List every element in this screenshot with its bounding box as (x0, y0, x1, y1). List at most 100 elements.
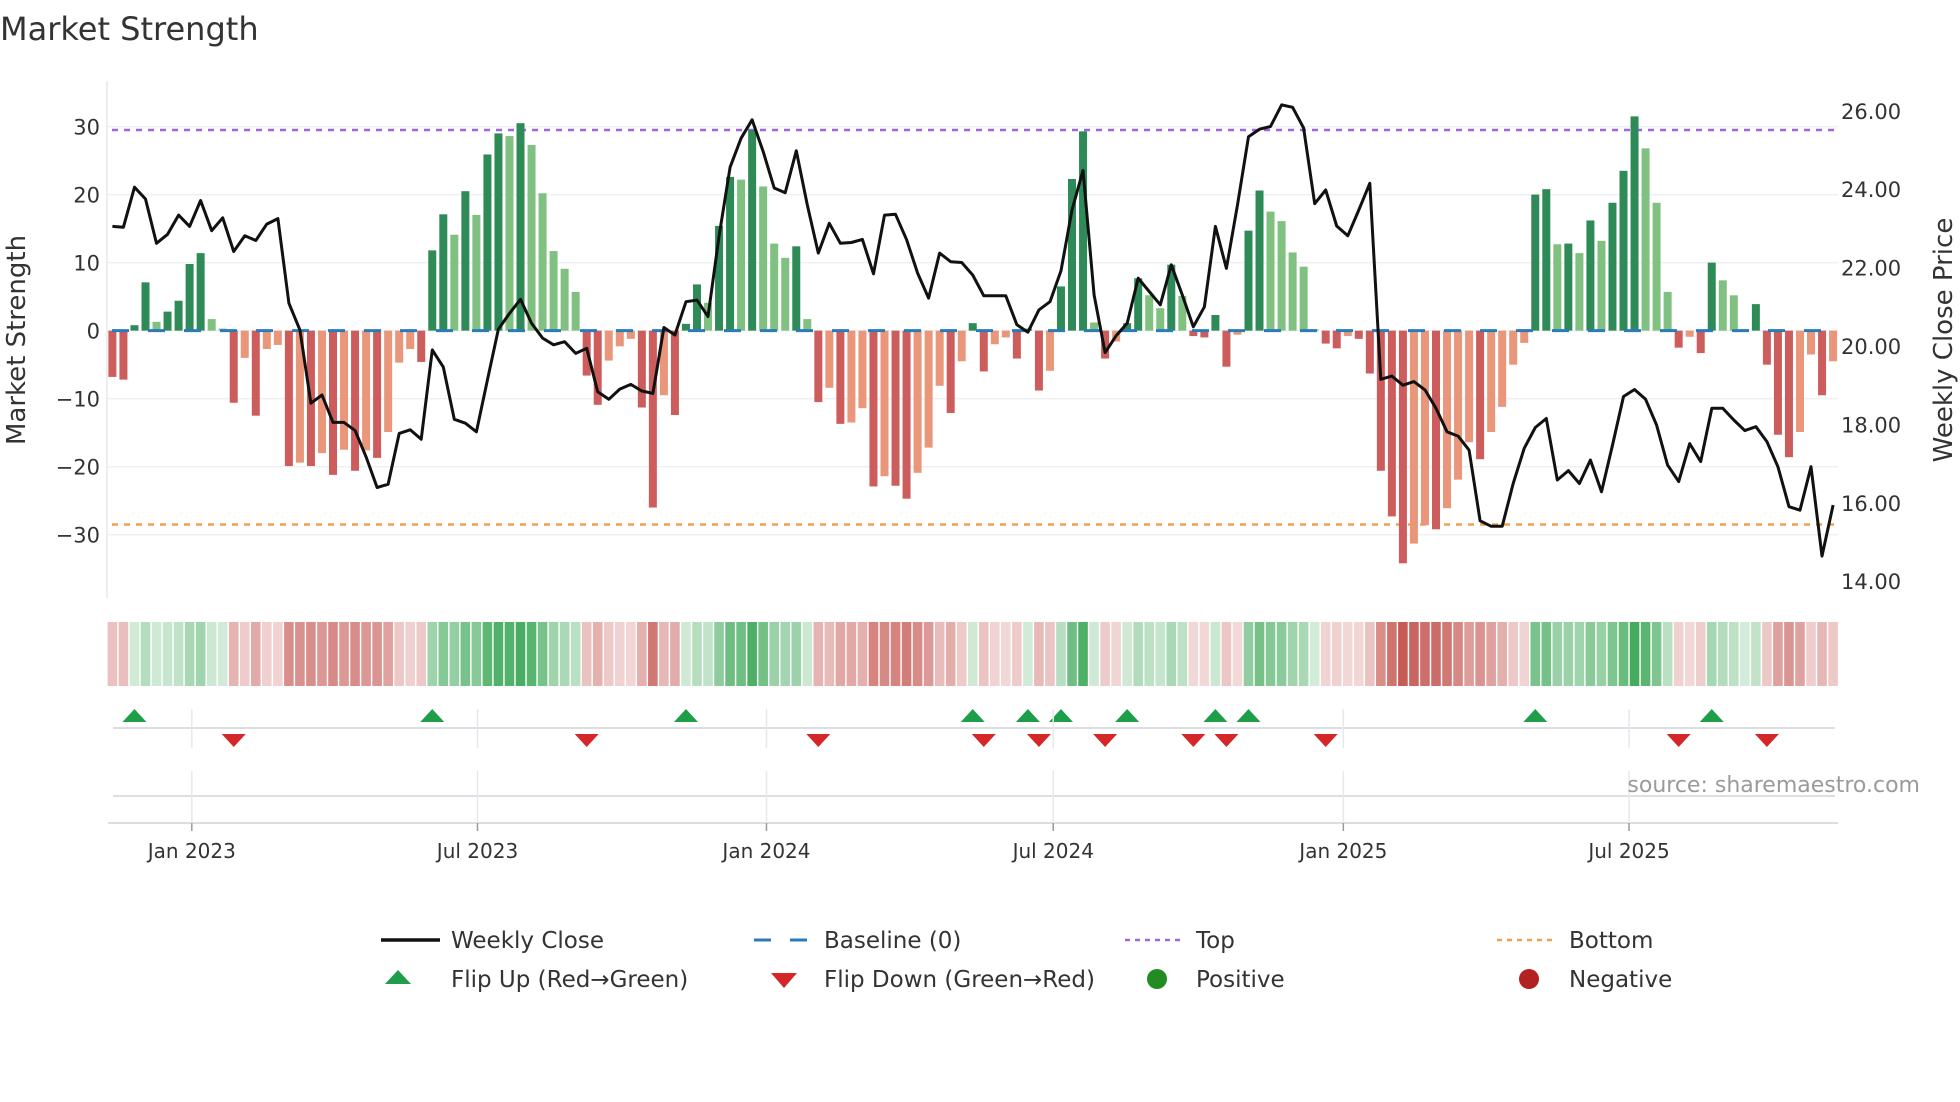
strength-bar (1398, 330, 1407, 564)
band-cell (1023, 622, 1033, 686)
strength-bar (1818, 330, 1827, 396)
strength-bar (163, 311, 172, 331)
strength-bar (670, 330, 679, 416)
band-cell (934, 622, 945, 686)
strength-bar (1520, 330, 1529, 343)
band-cell (372, 622, 382, 686)
strength-bar (395, 330, 404, 363)
strength-bar (1354, 330, 1363, 339)
band-cell (250, 622, 261, 686)
strength-bar (1277, 221, 1286, 331)
legend-negative[interactable]: Negative (1519, 967, 1672, 993)
strength-bar (1001, 330, 1010, 338)
band-cell (1662, 622, 1673, 686)
band-cell (1574, 622, 1585, 686)
legend-label: Top (1195, 928, 1235, 954)
strength-bar (1443, 330, 1452, 509)
legend-top[interactable]: Top (1125, 928, 1235, 954)
band-cell (1541, 622, 1552, 686)
band-cell (1629, 622, 1640, 686)
source-label[interactable]: source: sharemaestro.com (1627, 773, 1920, 798)
band-cell (714, 622, 724, 686)
band-cell (912, 622, 923, 686)
legend-label: Flip Up (Red→Green) (451, 967, 688, 993)
band-cell (824, 622, 835, 686)
legend-positive[interactable]: Positive (1147, 967, 1285, 993)
band-cell (725, 622, 735, 686)
strength-bar (1751, 304, 1760, 331)
band-cell (1111, 622, 1121, 686)
band-cell (1784, 622, 1794, 686)
legend-flip-down[interactable]: Flip Down (Green→Red) (771, 967, 1095, 993)
band-cell (813, 622, 824, 686)
band-cell (195, 622, 206, 686)
flip-down-marker-icon (1214, 734, 1239, 747)
y-axis-ticks: 30 20 10 0 −10 −20 −30 (56, 116, 100, 548)
band-cell (758, 622, 768, 686)
band-cell (990, 622, 1000, 686)
y2-axis-label: Weekly Close Price (1929, 218, 1959, 463)
flip-up-marker-icon (1015, 709, 1040, 722)
legend-baseline[interactable]: Baseline (0) (754, 928, 961, 954)
band-cell (493, 622, 504, 686)
strength-bar (1012, 330, 1021, 359)
band-cell (1398, 622, 1408, 686)
strength-bar (1321, 330, 1330, 344)
band-cell (151, 622, 162, 686)
band-cell (846, 622, 857, 686)
band-cell (548, 622, 559, 686)
band-cell (1640, 622, 1651, 686)
band-cell (1762, 622, 1772, 686)
strength-bar (1222, 330, 1231, 367)
strength-bar (759, 186, 768, 331)
legend-label: Negative (1569, 967, 1672, 993)
strength-bar (979, 330, 988, 372)
band-cell (857, 622, 868, 686)
strength-bar (1420, 330, 1429, 526)
y2-tick-label: 14.00 (1841, 570, 1901, 594)
y-tick-label: 20 (73, 184, 100, 208)
band-cell (1001, 622, 1011, 686)
strength-bar (770, 243, 779, 331)
band-cell (1706, 622, 1717, 686)
band-cell (526, 622, 537, 686)
strength-bar (1299, 266, 1308, 331)
legend-weekly-close[interactable]: Weekly Close (381, 928, 604, 954)
band-cell (1166, 622, 1177, 686)
green-dot-icon (1147, 969, 1167, 989)
band-cell (394, 622, 404, 686)
band-cell (1806, 622, 1816, 686)
band-cell (1387, 622, 1397, 686)
strength-bar (1476, 330, 1485, 460)
band-cell (460, 622, 471, 686)
strength-bar (1465, 330, 1474, 443)
legend-bottom[interactable]: Bottom (1497, 928, 1653, 954)
strength-bar (472, 215, 481, 331)
band-cell (1585, 622, 1596, 686)
band-cell (1695, 622, 1706, 686)
band-cell (1431, 622, 1441, 686)
band-cell (140, 622, 151, 686)
band-cell (1078, 622, 1088, 686)
strength-bar (1641, 148, 1650, 331)
flip-up-marker-icon (960, 709, 985, 722)
band-cell (206, 622, 217, 686)
band-cell (239, 622, 250, 686)
x-tick-label: Jan 2025 (1297, 839, 1387, 863)
flip-down-marker-icon (971, 734, 996, 747)
y-tick-label: 0 (87, 320, 100, 344)
band-cell (945, 622, 956, 686)
strength-bar (384, 330, 393, 433)
legend-flip-up[interactable]: Flip Up (Red→Green) (385, 967, 688, 993)
strength-bar (1553, 244, 1562, 331)
strength-bar (1795, 330, 1804, 433)
strength-bar (284, 330, 293, 467)
band-cell (1420, 622, 1430, 686)
strength-heat-band (107, 622, 1838, 686)
y2-tick-label: 20.00 (1841, 335, 1901, 359)
red-dot-icon (1519, 969, 1539, 989)
band-cell (1651, 622, 1662, 686)
band-cell (681, 622, 691, 686)
strength-bar (1255, 190, 1264, 331)
strength-bar (185, 263, 194, 331)
